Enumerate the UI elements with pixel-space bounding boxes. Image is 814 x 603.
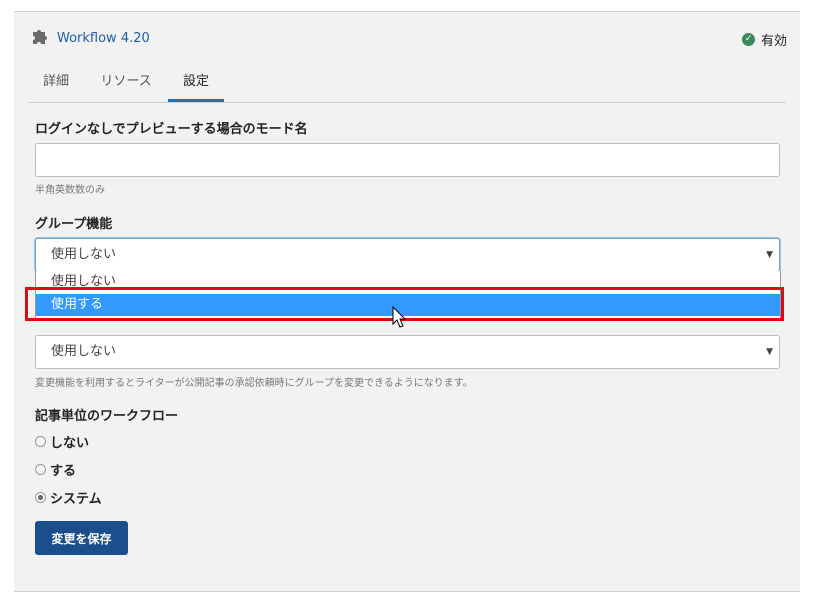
radio-button-checked[interactable] [35,492,46,503]
article-workflow-label: 記事単位のワークフロー [35,409,179,424]
group-feature-select[interactable]: 使用しない ▼ [35,238,780,272]
group-change-select[interactable]: 使用しない ▼ [35,335,780,369]
mouse-cursor-icon [392,305,407,332]
plugin-status: ✓ 有効 [741,30,787,49]
puzzle-icon [31,27,49,49]
tab-details[interactable]: 詳細 [28,63,84,101]
settings-tabs: 詳細 リソース 設定 [28,63,786,103]
group-feature-value: 使用しない [51,247,117,262]
group-change-help: 変更機能を利用するとライターが公開記事の承認依頼時にグループを変更できるようにな… [35,378,473,389]
dropdown-arrow-icon: ▼ [766,347,773,357]
preview-mode-help: 半角英数数のみ [35,185,105,196]
radio-button[interactable] [35,436,46,447]
check-circle-icon: ✓ [741,33,755,46]
radio-button[interactable] [35,464,46,475]
radio-system[interactable]: システム [35,488,102,507]
preview-mode-label: ログインなしでプレビューする場合のモード名 [35,122,308,137]
radio-use[interactable]: する [35,460,76,479]
tab-resources[interactable]: リソース [90,63,162,101]
dropdown-arrow-icon: ▼ [766,250,773,260]
save-button[interactable]: 変更を保存 [35,521,128,555]
plugin-name[interactable]: Workflow 4.20 [57,31,150,46]
tab-settings[interactable]: 設定 [168,63,224,102]
group-change-value: 使用しない [51,344,117,359]
group-feature-label: グループ機能 [35,217,113,232]
preview-mode-input[interactable] [35,143,780,177]
status-label: 有効 [760,34,787,49]
plugin-header: Workflow 4.20 [31,27,150,49]
radio-none[interactable]: しない [35,432,89,451]
